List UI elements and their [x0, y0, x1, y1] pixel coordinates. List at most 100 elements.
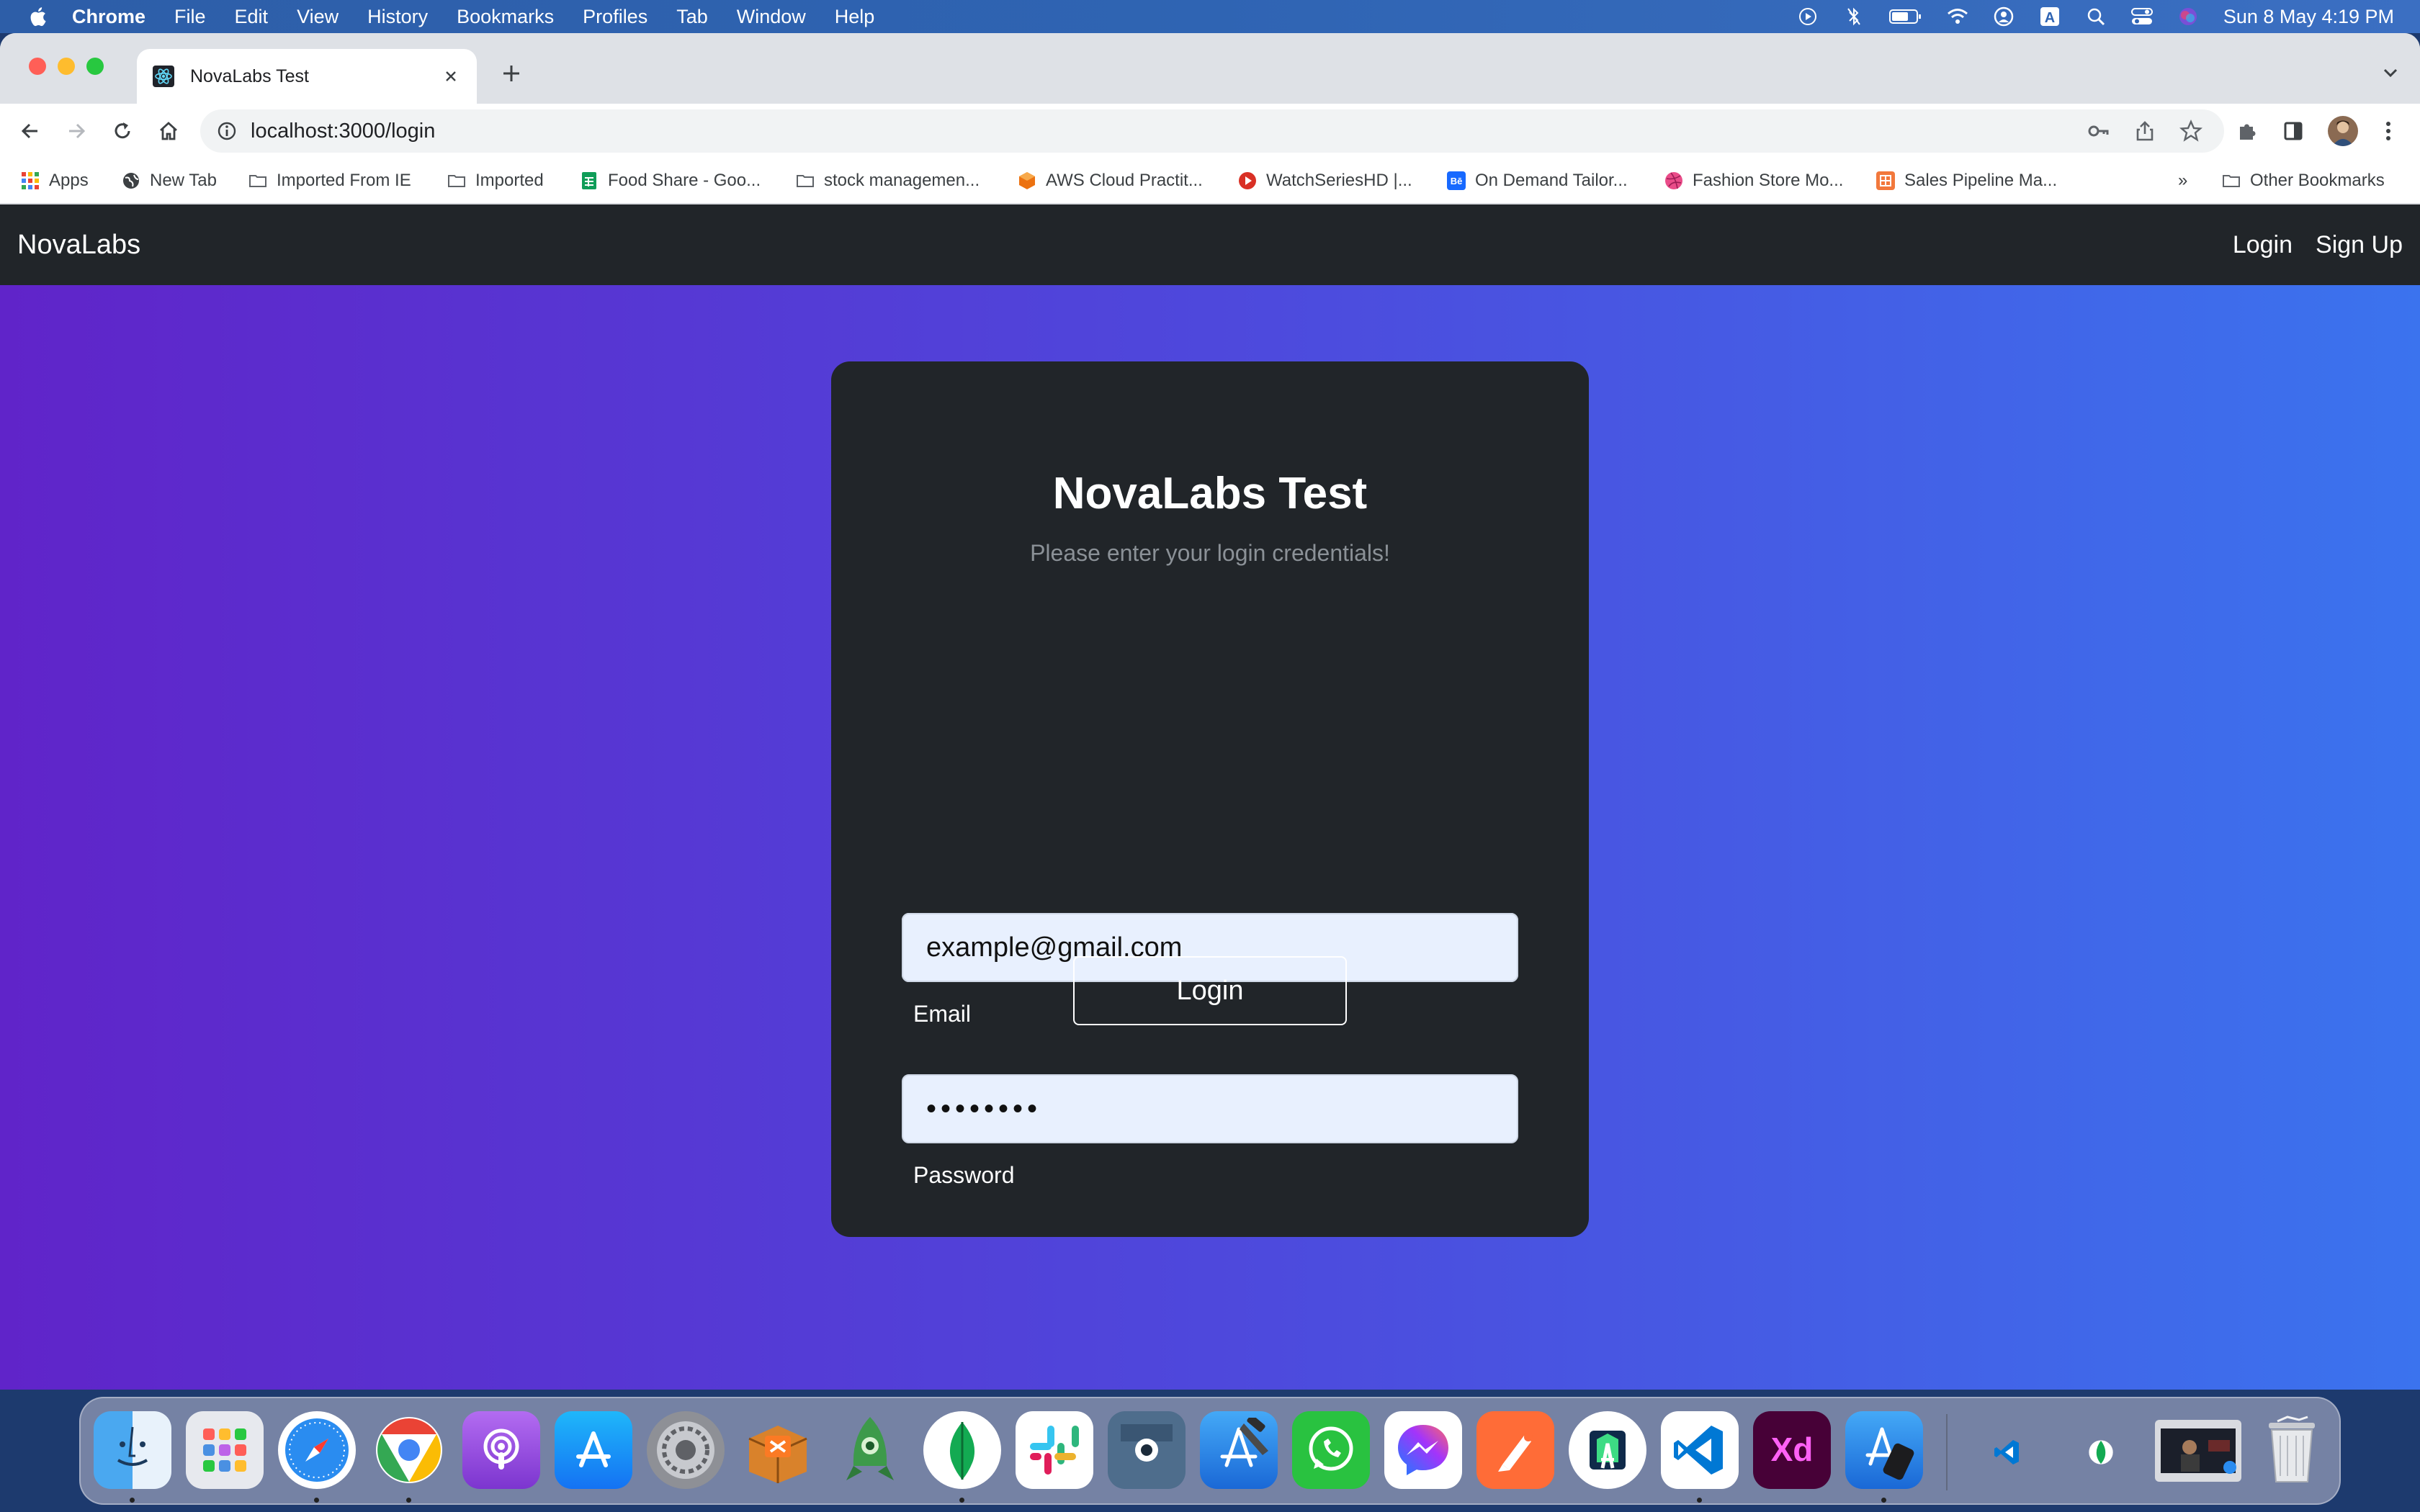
window-zoom-button[interactable] [86, 58, 104, 75]
menu-bookmarks[interactable]: Bookmarks [457, 6, 554, 28]
mongodb-minimized-window[interactable] [2076, 1427, 2126, 1477]
bookmark-new-tab[interactable]: New Tab [121, 168, 217, 193]
menubar-clock[interactable]: Sun 8 May 4:19 PM [2223, 6, 2394, 28]
bluetooth-off-icon[interactable] [1843, 6, 1865, 27]
finder-icon[interactable] [94, 1411, 171, 1489]
address-bar[interactable]: localhost:3000/login [200, 109, 2224, 153]
login-card: NovaLabs Test Please enter your login cr… [831, 361, 1589, 1237]
trash-icon[interactable] [2253, 1411, 2331, 1489]
launchpad-icon[interactable] [186, 1411, 264, 1489]
menu-history[interactable]: History [367, 6, 428, 28]
app-store-icon[interactable] [555, 1411, 632, 1489]
vscode-icon[interactable] [1661, 1411, 1739, 1489]
slack-icon[interactable] [1016, 1411, 1093, 1489]
bookmarks-overflow-button[interactable]: » [2178, 168, 2187, 193]
bookmark-other-bookmarks[interactable]: Other Bookmarks [2221, 168, 2385, 193]
bookmark-watchserieshd[interactable]: WatchSeriesHD |... [1237, 168, 1412, 193]
apple-icon[interactable] [27, 6, 48, 27]
tab-search-chevron-icon[interactable] [2380, 62, 2401, 84]
xampp-icon[interactable] [739, 1411, 817, 1489]
login-title: NovaLabs Test [1052, 469, 1368, 518]
bookmark-aws-cloud[interactable]: AWS Cloud Practit... [1017, 168, 1203, 193]
spotlight-search-icon[interactable] [2085, 6, 2107, 27]
tab-title: NovaLabs Test [190, 66, 309, 86]
home-icon[interactable] [156, 118, 182, 144]
podcasts-icon[interactable] [462, 1411, 540, 1489]
menu-app-name[interactable]: Chrome [72, 6, 145, 28]
macos-menu-bar: Chrome File Edit View History Bookmarks … [0, 0, 2420, 33]
password-key-icon[interactable] [2086, 118, 2112, 144]
window-minimize-button[interactable] [58, 58, 75, 75]
menu-profiles[interactable]: Profiles [583, 6, 647, 28]
new-tab-icon[interactable] [497, 59, 526, 88]
password-field[interactable]: •••••••• [902, 1074, 1518, 1143]
running-indicator [1697, 1498, 1702, 1503]
nav-signup-link[interactable]: Sign Up [2316, 231, 2403, 259]
mirror-app-icon[interactable] [1108, 1411, 1186, 1489]
close-tab-icon[interactable] [441, 66, 461, 86]
menu-file[interactable]: File [174, 6, 206, 28]
safari-icon[interactable] [278, 1411, 356, 1489]
site-info-icon[interactable] [216, 120, 238, 142]
bookmark-star-icon[interactable] [2178, 118, 2204, 144]
url-text[interactable]: localhost:3000/login [251, 120, 435, 143]
control-center-icon[interactable] [2130, 6, 2153, 27]
wifi-icon[interactable] [1947, 6, 1968, 27]
menu-help[interactable]: Help [835, 6, 875, 28]
bookmark-fashion-store[interactable]: Fashion Store Mo... [1664, 168, 1843, 193]
chrome-menu-icon[interactable] [2375, 118, 2401, 144]
dribbble-icon [1665, 172, 1682, 189]
adobe-xd-icon[interactable]: Xd [1753, 1411, 1831, 1489]
video-minimized-window[interactable] [2155, 1420, 2241, 1482]
bookmark-label: Imported From IE [277, 171, 411, 190]
bookmark-food-share[interactable]: Food Share - Goo... [579, 168, 761, 193]
bookmark-label: On Demand Tailor... [1475, 171, 1628, 190]
system-preferences-icon[interactable] [647, 1411, 725, 1489]
screen-record-icon[interactable] [1797, 6, 1819, 27]
simulator-icon[interactable] [1845, 1411, 1923, 1489]
window-close-button[interactable] [29, 58, 46, 75]
xcode-icon[interactable] [1200, 1411, 1278, 1489]
bookmark-stock-management[interactable]: stock managemen... [795, 168, 980, 193]
folder-icon [2223, 175, 2240, 187]
bookmark-on-demand-tailor[interactable]: Bē On Demand Tailor... [1446, 168, 1628, 193]
aws-icon [1019, 172, 1035, 189]
menu-window[interactable]: Window [737, 6, 806, 28]
android-studio-icon[interactable] [1569, 1411, 1646, 1489]
mongodb-compass-icon[interactable] [923, 1411, 1001, 1489]
menu-tab[interactable]: Tab [676, 6, 708, 28]
siri-icon[interactable] [2177, 6, 2199, 27]
browser-toolbar: localhost:3000/login [0, 104, 2420, 158]
robo3t-icon[interactable] [831, 1411, 909, 1489]
site-brand[interactable]: NovaLabs [17, 230, 140, 261]
bookmark-sales-pipeline[interactable]: Sales Pipeline Ma... [1876, 168, 2057, 193]
side-panel-icon[interactable] [2280, 118, 2306, 144]
running-indicator [959, 1498, 964, 1503]
tab-active[interactable]: NovaLabs Test [137, 49, 477, 104]
chrome-icon[interactable] [370, 1411, 448, 1489]
nav-login-link[interactable]: Login [2233, 231, 2293, 259]
menu-view[interactable]: View [297, 6, 339, 28]
share-icon[interactable] [2132, 118, 2158, 144]
profile-avatar[interactable] [2328, 116, 2358, 146]
running-indicator [314, 1498, 319, 1503]
dock-separator [1946, 1414, 1948, 1490]
folder-icon [448, 175, 465, 187]
battery-icon[interactable] [1888, 6, 1922, 27]
vscode-minimized-window[interactable] [1982, 1427, 2033, 1477]
bookmark-imported[interactable]: Imported [447, 168, 544, 193]
bookmark-apps[interactable]: Apps [20, 168, 89, 193]
whatsapp-icon[interactable] [1292, 1411, 1370, 1489]
back-arrow-icon[interactable] [17, 118, 43, 144]
forward-arrow-icon[interactable] [63, 118, 89, 144]
extensions-icon[interactable] [2234, 118, 2260, 144]
bookmark-imported-from-ie[interactable]: Imported From IE [248, 168, 411, 193]
postman-icon[interactable] [1476, 1411, 1554, 1489]
input-source-icon[interactable]: A [2039, 6, 2061, 27]
menu-edit[interactable]: Edit [235, 6, 269, 28]
reload-icon[interactable] [109, 118, 135, 144]
bookmark-label: WatchSeriesHD |... [1266, 171, 1412, 190]
messenger-icon[interactable] [1384, 1411, 1462, 1489]
login-button[interactable]: Login [1073, 956, 1347, 1025]
user-account-icon[interactable] [1993, 6, 2015, 27]
